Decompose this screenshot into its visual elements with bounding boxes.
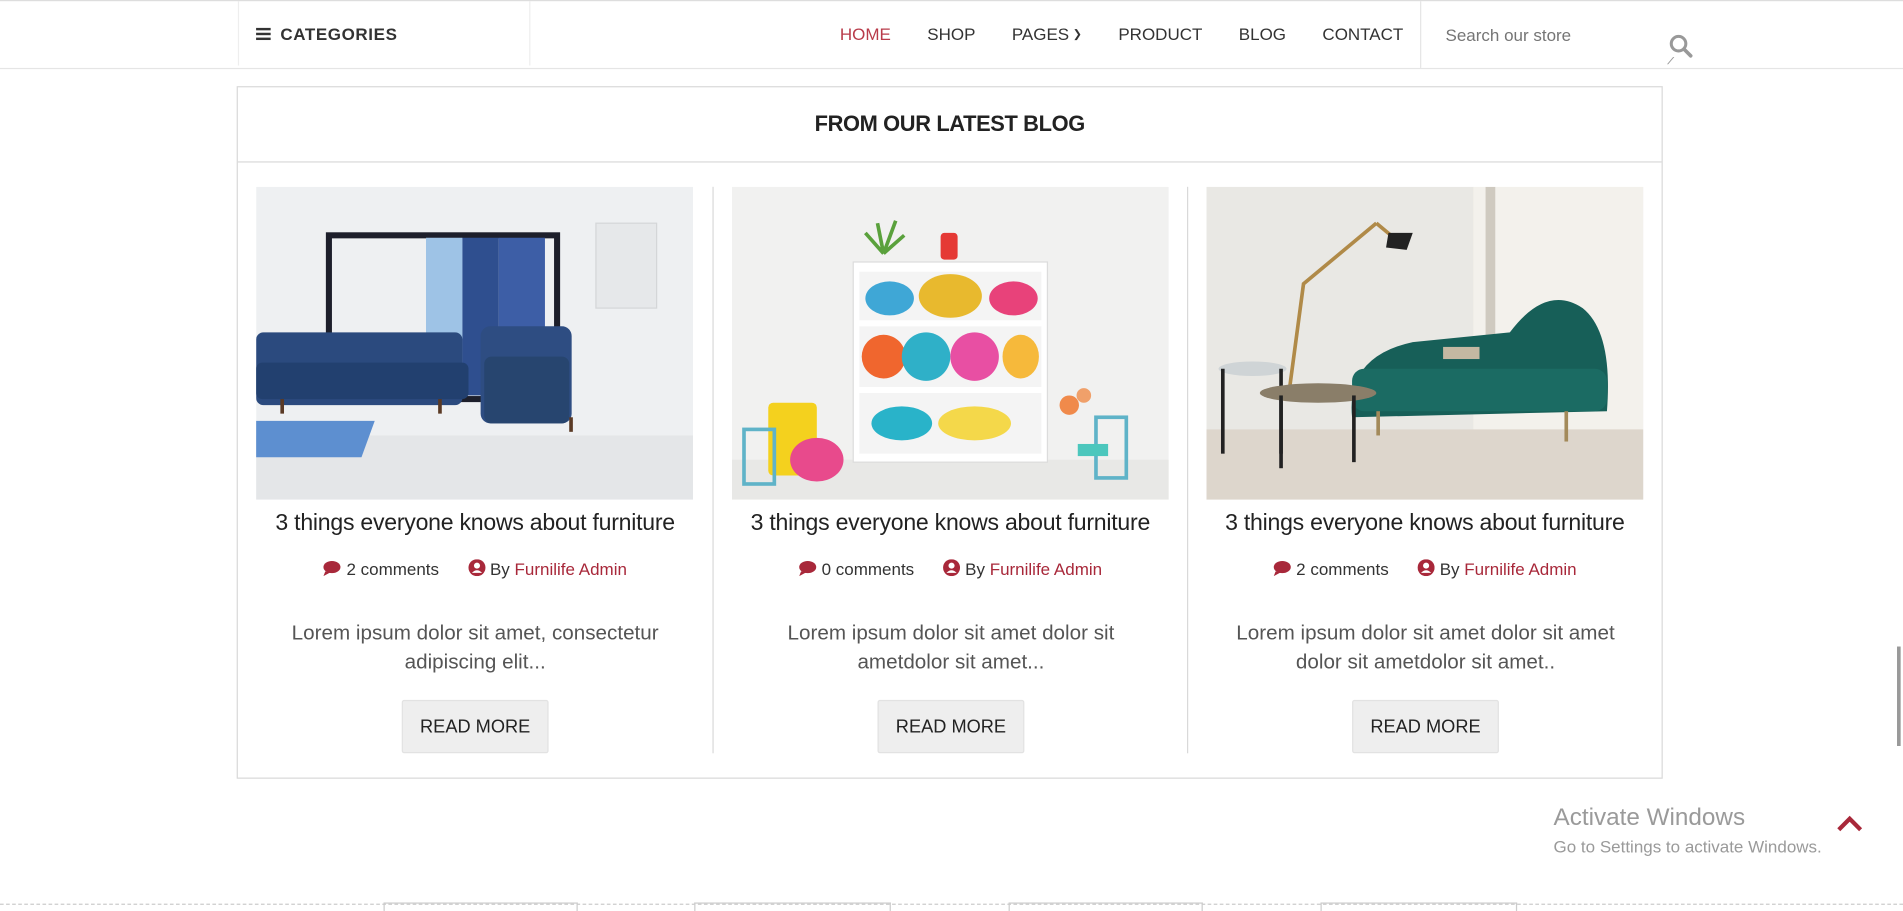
nav-home[interactable]: HOME [840, 24, 891, 43]
menu-icon [256, 25, 271, 42]
author-line: By Furnilife Admin [943, 559, 1102, 579]
author-link[interactable]: Furnilife Admin [990, 559, 1102, 578]
user-icon [943, 559, 961, 577]
windows-activation-watermark: Activate Windows Go to Settings to activ… [1554, 804, 1822, 856]
nav-pages-label: PAGES [1011, 23, 1070, 44]
blog-image-colorful-cushions[interactable] [731, 186, 1169, 500]
latest-blog-section: FROM OUR LATEST BLOG 3 things everyone k… [236, 86, 1664, 779]
activation-subtitle: Go to Settings to activate Windows. [1553, 836, 1822, 857]
search-input[interactable] [1445, 18, 1664, 53]
read-more-button[interactable]: READ MORE [401, 699, 549, 754]
blog-excerpt: Lorem ipsum dolor sit amet, consectetur … [291, 621, 659, 674]
blog-image-green-chaise[interactable] [1206, 186, 1644, 500]
nav-shop[interactable]: SHOP [927, 24, 975, 43]
by-label: By [489, 559, 510, 579]
comment-count-text: 0 comments [821, 559, 915, 579]
blog-card: 3 things everyone knows about furniture … [238, 186, 713, 754]
activation-title: Activate Windows [1553, 804, 1746, 831]
top-navigation-bar: CATEGORIES HOME SHOP PAGES ❯ PRODUCT BLOG… [0, 0, 1903, 70]
search-icon[interactable] [1669, 34, 1693, 58]
search-box [1420, 1, 1699, 68]
author-link[interactable]: Furnilife Admin [1464, 559, 1576, 578]
blog-cards: 3 things everyone knows about furniture … [238, 186, 1664, 754]
by-label: By [1439, 559, 1460, 579]
blog-card: 3 things everyone knows about furniture … [712, 186, 1187, 754]
blog-meta: 2 comments By Furnilife Admin [238, 559, 713, 579]
blog-card: 3 things everyone knows about furniture … [1186, 186, 1662, 754]
blog-title[interactable]: 3 things everyone knows about furniture [238, 511, 713, 538]
nav-pages[interactable]: PAGES ❯ [1012, 24, 1082, 43]
scrollbar-thumb[interactable] [1897, 646, 1901, 746]
nav-contact[interactable]: CONTACT [1322, 24, 1403, 43]
chevron-down-icon: ❯ [1072, 27, 1082, 41]
chevron-up-icon[interactable] [1835, 814, 1864, 833]
comment-icon [324, 561, 341, 577]
blog-title[interactable]: 3 things everyone knows about furniture [1188, 511, 1661, 538]
by-label: By [965, 559, 985, 579]
footer-item [383, 902, 578, 911]
author-line: By Furnilife Admin [1417, 559, 1577, 579]
user-icon [1417, 559, 1435, 577]
author-line: By Furnilife Admin [468, 559, 627, 579]
comment-count-text: 2 comments [1296, 559, 1389, 579]
blog-excerpt: Lorem ipsum dolor sit amet dolor sit ame… [1236, 621, 1615, 674]
comment-icon [799, 561, 817, 577]
comment-count: 2 comments [1273, 559, 1389, 579]
comment-count-text: 2 comments [346, 559, 439, 579]
footer-item [1008, 902, 1203, 911]
footer-item [694, 902, 891, 911]
blog-meta: 2 comments By Furnilife Admin [1188, 559, 1661, 579]
blog-title[interactable]: 3 things everyone knows about furniture [714, 511, 1187, 538]
read-more-button[interactable]: READ MORE [1352, 699, 1499, 754]
nav-product[interactable]: PRODUCT [1118, 24, 1202, 43]
nav-blog[interactable]: BLOG [1239, 24, 1286, 43]
user-icon [468, 559, 486, 577]
footer-item [1320, 902, 1518, 911]
blog-meta: 0 comments By Furnilife Admin [714, 559, 1187, 579]
section-heading: FROM OUR LATEST BLOG [237, 87, 1662, 163]
categories-menu-button[interactable]: CATEGORIES [237, 1, 531, 66]
blog-image-blue-sofa[interactable] [256, 186, 694, 500]
comment-count: 2 comments [323, 559, 439, 579]
footer-edge [0, 903, 1903, 911]
comment-count: 0 comments [799, 559, 915, 579]
blog-excerpt: Lorem ipsum dolor sit amet dolor sit ame… [787, 621, 1115, 674]
read-more-button[interactable]: READ MORE [877, 699, 1025, 754]
author-link[interactable]: Furnilife Admin [515, 559, 627, 578]
comment-icon [1273, 561, 1291, 577]
categories-label: CATEGORIES [280, 23, 398, 44]
main-nav: HOME SHOP PAGES ❯ PRODUCT BLOG CONTACT [822, 1, 1422, 65]
